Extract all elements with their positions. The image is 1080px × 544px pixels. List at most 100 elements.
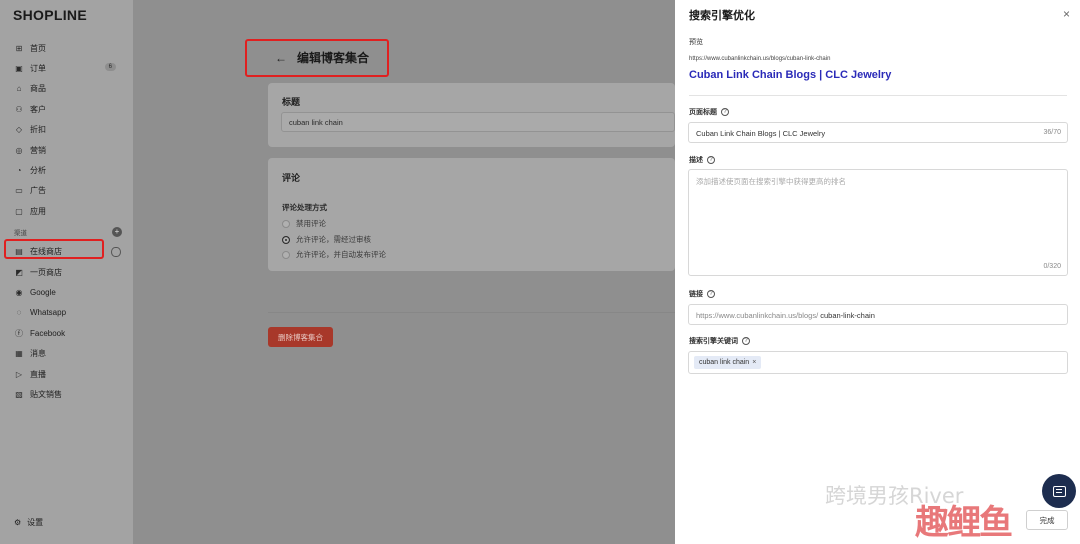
main-content xyxy=(133,0,675,544)
sidebar-item-label: Whatsapp xyxy=(30,308,67,318)
close-icon[interactable]: × xyxy=(1063,7,1070,21)
google-icon: ◉ xyxy=(15,287,23,297)
radio-label: 允许评论，并自动发布评论 xyxy=(296,250,386,259)
sidebar-item-message[interactable]: ▦ 消息 xyxy=(0,343,133,363)
comment-option-auto-publish[interactable]: 允许评论，并自动发布评论 xyxy=(282,249,386,260)
comment-card-label: 评论 xyxy=(282,173,301,183)
sidebar-item-analytics[interactable]: ◔ 分析 xyxy=(0,160,133,180)
sidebar-item-label: Google xyxy=(30,287,56,297)
analytics-icon: ◔ xyxy=(16,166,22,176)
sidebar-item-live[interactable]: ▷ 直播 xyxy=(0,364,133,384)
live-icon: ▷ xyxy=(15,369,23,379)
radio-button[interactable] xyxy=(282,250,290,259)
ads-icon: ▭ xyxy=(15,186,23,196)
sidebar: SHOPLINE ⊞ 首页 ▣ 订单 6 ⌂ 商品 ⚇ 客户 ◇ 折扣 ◎ 营销 ◔ 分析 ▭ 广告 ▢ 应用渠道 +… xyxy=(0,0,133,544)
discount-icon: ◇ xyxy=(15,125,23,135)
sidebar-item-label: 贴文销售 xyxy=(30,389,62,399)
sidebar-item-label: 折扣 xyxy=(30,125,46,135)
section-label-text: 渠道 xyxy=(14,229,27,237)
chat-support-button[interactable] xyxy=(1042,474,1076,508)
help-icon[interactable]: ? xyxy=(707,290,715,298)
seo-description-textarea[interactable]: 添加描述使页面在搜索引擎中获得更高的排名 0/320 xyxy=(688,169,1068,276)
link-label: 链接 ? xyxy=(689,289,715,299)
sidebar-item-facebook[interactable]: ⓕ Facebook xyxy=(0,323,133,343)
count-badge: 6 xyxy=(104,63,116,72)
preview-title: Cuban Link Chain Blogs | CLC Jewelry xyxy=(689,69,892,81)
sidebar-item-discount[interactable]: ◇ 折扣 xyxy=(0,120,133,140)
seo-panel-title: 搜索引擎优化 xyxy=(689,10,755,22)
post-sales-icon: ▧ xyxy=(15,389,23,399)
chat-icon xyxy=(1052,485,1066,497)
message-icon: ▦ xyxy=(15,349,23,359)
sidebar-item-product[interactable]: ⌂ 商品 xyxy=(0,79,133,99)
sidebar-item-label: 直播 xyxy=(30,369,46,379)
blog-title-input[interactable]: cuban link chain xyxy=(281,112,675,132)
sidebar-item-label: 消息 xyxy=(30,349,46,359)
shopline-logo[interactable]: SHOPLINE xyxy=(13,7,87,23)
sidebar-item-label: 设置 xyxy=(27,518,44,527)
add-channel-icon[interactable]: + xyxy=(112,226,122,237)
seo-panel: 搜索引擎优化 × 预览 https://www.cubanlinkchain.u… xyxy=(675,0,1080,544)
sidebar-item-order[interactable]: ▣ 订单 6 xyxy=(0,58,133,78)
onepage-icon: ◩ xyxy=(15,267,23,277)
done-button[interactable]: 完成 xyxy=(1026,510,1068,530)
sidebar-item-google[interactable]: ◉ Google xyxy=(0,282,133,302)
sidebar-item-whatsapp[interactable]: ◌ Whatsapp xyxy=(0,303,133,323)
seo-keywords-input[interactable]: cuban link chain × xyxy=(688,351,1068,374)
sidebar-item-onepage[interactable]: ◩ 一页商店 xyxy=(0,262,133,282)
seo-page-title-input[interactable]: Cuban Link Chain Blogs | CLC Jewelry 36/… xyxy=(688,122,1068,143)
gear-icon: ⚙ xyxy=(14,518,22,527)
marketing-icon: ◎ xyxy=(15,145,23,155)
char-counter: 0/320 xyxy=(1043,263,1061,270)
description-label: 描述 ? xyxy=(689,155,715,165)
sidebar-item-label: 客户 xyxy=(30,104,46,114)
seo-link-input[interactable]: https://www.cubanlinkchain.us/blogs/ cub… xyxy=(688,304,1068,325)
page-title-label: 页面标题 ? xyxy=(689,107,729,117)
watermark-logo: 趣鲤鱼 xyxy=(915,504,1013,542)
char-counter: 36/70 xyxy=(1043,129,1061,136)
comment-option-disable[interactable]: 禁用评论 xyxy=(282,218,326,229)
home-icon: ⊞ xyxy=(15,43,23,53)
page-title: 编辑博客集合 xyxy=(297,51,370,65)
sidebar-item-label: 首页 xyxy=(30,43,46,53)
sidebar-nav: ⊞ 首页 ▣ 订单 6 ⌂ 商品 ⚇ 客户 ◇ 折扣 ◎ 营销 ◔ 分析 ▭ 广告 ▢ 应用 渠道 + ▤ 在线商店 ◩ 一页商… xyxy=(0,38,133,405)
back-arrow-icon[interactable]: ← xyxy=(275,51,287,65)
divider xyxy=(268,312,675,313)
sidebar-item-post-sales[interactable]: ▧ 贴文销售 xyxy=(0,384,133,404)
title-card-label: 标题 xyxy=(282,97,301,107)
whatsapp-icon: ◌ xyxy=(16,308,22,318)
sidebar-item-marketing[interactable]: ◎ 营销 xyxy=(0,140,133,160)
field-label: 页面标题 xyxy=(689,109,717,116)
keyword-tag: cuban link chain × xyxy=(694,356,762,369)
radio-button[interactable] xyxy=(282,219,290,228)
comment-card: 评论 评论处理方式 禁用评论 允许评论，需经过审核 允许评论，并自动发布评论 xyxy=(268,158,675,271)
eye-icon[interactable] xyxy=(111,246,121,257)
sidebar-item-apps[interactable]: ▢ 应用 xyxy=(0,201,133,221)
comment-option-moderated[interactable]: 允许评论，需经过审核 xyxy=(282,234,371,245)
page-header: ← 编辑博客集合 xyxy=(275,49,369,66)
apps-icon: ▢ xyxy=(15,206,23,216)
delete-blog-collection-button[interactable]: 删除博客集合 xyxy=(268,327,333,347)
sidebar-item-ads[interactable]: ▭ 广告 xyxy=(0,181,133,201)
facebook-icon: ⓕ xyxy=(15,328,23,338)
link-slug: cuban-link-chain xyxy=(820,311,875,320)
comment-mode-label: 评论处理方式 xyxy=(282,203,327,212)
sidebar-item-label: 商品 xyxy=(30,84,46,94)
field-label: 链接 xyxy=(689,291,703,298)
help-icon[interactable]: ? xyxy=(707,156,715,164)
field-label: 搜索引擎关键词 xyxy=(689,338,738,345)
customer-icon: ⚇ xyxy=(15,104,23,114)
radio-label: 允许评论，需经过审核 xyxy=(296,235,371,244)
help-icon[interactable]: ? xyxy=(721,108,729,116)
sidebar-item-label: 应用 xyxy=(30,206,46,216)
textarea-placeholder: 添加描述使页面在搜索引擎中获得更高的排名 xyxy=(696,177,846,186)
remove-tag-icon[interactable]: × xyxy=(752,359,756,366)
input-value: Cuban Link Chain Blogs | CLC Jewelry xyxy=(696,129,826,138)
radio-button-selected[interactable] xyxy=(282,235,290,244)
product-icon: ⌂ xyxy=(16,84,22,94)
sidebar-item-home[interactable]: ⊞ 首页 xyxy=(0,38,133,58)
help-icon[interactable]: ? xyxy=(742,337,750,345)
sidebar-item-settings[interactable]: ⚙ 设置 xyxy=(14,517,43,528)
sidebar-item-customer[interactable]: ⚇ 客户 xyxy=(0,99,133,119)
title-card: 标题 cuban link chain xyxy=(268,83,675,147)
